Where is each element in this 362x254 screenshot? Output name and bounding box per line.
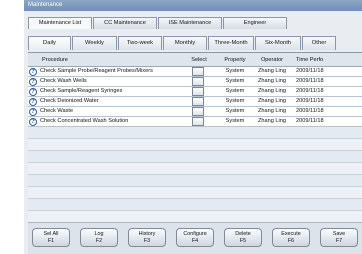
cell-operator: Zhang Ling: [258, 78, 286, 84]
cell-time: 2009/11/18: [296, 68, 324, 74]
tab-cc-maintenance[interactable]: CC Maintenance: [93, 17, 157, 29]
table-row[interactable]: ? Check Deionized Water System Zhang Lin…: [28, 97, 362, 107]
cell-operator: Zhang Ling: [258, 118, 286, 124]
header-property[interactable]: Property: [218, 53, 252, 66]
function-button-bar: Sel All F1 Log F2 History F3 Configure F…: [28, 222, 362, 254]
tab-weekly[interactable]: Weekly: [72, 36, 117, 50]
cell-property: System: [225, 78, 245, 84]
cell-procedure: Check Sample Probe/Reagent Probes/Mixers: [40, 68, 153, 74]
empty-row: [28, 127, 362, 139]
cell-property: System: [225, 68, 245, 74]
cell-procedure: Check Concentrated Wash Solution: [40, 118, 129, 124]
info-icon[interactable]: ?: [29, 78, 37, 86]
info-icon[interactable]: ?: [29, 88, 37, 96]
execute-button[interactable]: Execute F6: [272, 228, 310, 247]
cell-time: 2009/11/18: [296, 78, 324, 84]
header-procedure[interactable]: Procedure: [36, 53, 180, 66]
table-header: Procedure Select Property Operator Time …: [28, 53, 362, 67]
empty-row: [28, 199, 362, 211]
button-key: F2: [95, 238, 103, 244]
table-row[interactable]: ? Check Sample/Reagent Syringes System Z…: [28, 87, 362, 97]
button-label: History: [138, 231, 156, 237]
table-row[interactable]: ? Check Waste System Zhang Ling 2009/11/…: [28, 107, 362, 117]
empty-row: [28, 175, 362, 187]
info-icon[interactable]: ?: [29, 118, 37, 126]
empty-row: [28, 139, 362, 151]
select-checkbox[interactable]: [192, 97, 204, 106]
history-button[interactable]: History F3: [128, 228, 166, 247]
tab-daily[interactable]: Daily: [28, 36, 71, 50]
select-checkbox[interactable]: [192, 107, 204, 116]
tab-other[interactable]: Other: [302, 36, 336, 50]
button-key: F3: [143, 238, 151, 244]
empty-row: [28, 151, 362, 163]
cell-property: System: [225, 118, 245, 124]
cell-procedure: Check Waste: [40, 108, 74, 114]
delete-button[interactable]: Delete F5: [224, 228, 262, 247]
cell-procedure: Check Deionized Water: [40, 98, 99, 104]
button-label: Delete: [235, 231, 251, 237]
cell-operator: Zhang Ling: [258, 68, 286, 74]
tab-three-month[interactable]: Three-Month: [208, 36, 254, 50]
tab-monthly[interactable]: Monthly: [163, 36, 207, 50]
cell-operator: Zhang Ling: [258, 108, 286, 114]
maintenance-table: Procedure Select Property Operator Time …: [28, 52, 362, 223]
select-checkbox[interactable]: [192, 87, 204, 96]
button-label: Save: [332, 231, 346, 237]
cell-time: 2009/11/18: [296, 98, 324, 104]
button-label: Log: [94, 231, 104, 237]
header-operator[interactable]: Operator: [252, 53, 292, 66]
button-label: Execute: [281, 231, 301, 237]
window-title: Maintenance: [24, 0, 362, 11]
empty-row: [28, 163, 362, 175]
cell-property: System: [225, 98, 245, 104]
select-checkbox[interactable]: [192, 77, 204, 86]
cell-procedure: Check Sample/Reagent Syringes: [40, 88, 123, 94]
tab-six-month[interactable]: Six-Month: [255, 36, 301, 50]
select-checkbox[interactable]: [192, 67, 204, 76]
sub-tab-bar: Daily Weekly Two-week Monthly Three-Mont…: [28, 36, 362, 50]
header-time-performed[interactable]: Time Perfo: [292, 53, 362, 66]
tab-two-week[interactable]: Two-week: [118, 36, 162, 50]
select-checkbox[interactable]: [192, 117, 204, 126]
cell-property: System: [225, 88, 245, 94]
cell-operator: Zhang Ling: [258, 88, 286, 94]
button-key: F5: [239, 238, 247, 244]
info-icon[interactable]: ?: [29, 68, 37, 76]
cell-time: 2009/11/18: [296, 88, 324, 94]
button-key: F4: [191, 238, 199, 244]
tab-maintenance-list[interactable]: Maintenance List: [28, 17, 92, 29]
cell-time: 2009/11/18: [296, 118, 324, 124]
cell-operator: Zhang Ling: [258, 98, 286, 104]
cell-procedure: Check Wash Wells: [40, 78, 87, 84]
button-label: Configure: [183, 231, 207, 237]
empty-row: [28, 187, 362, 199]
sel-all-button[interactable]: Sel All F1: [32, 228, 70, 247]
info-icon[interactable]: ?: [29, 98, 37, 106]
header-select[interactable]: Select: [180, 53, 218, 66]
button-label: Sel All: [43, 231, 59, 237]
maintenance-window: Maintenance Maintenance List CC Maintena…: [24, 0, 362, 254]
save-button[interactable]: Save F7: [320, 228, 358, 247]
cell-time: 2009/11/18: [296, 108, 324, 114]
table-row[interactable]: ? Check Concentrated Wash Solution Syste…: [28, 117, 362, 127]
top-tab-bar: Maintenance List CC Maintenance ISE Main…: [28, 17, 362, 29]
configure-button[interactable]: Configure F4: [176, 228, 214, 247]
table-row[interactable]: ? Check Wash Wells System Zhang Ling 200…: [28, 77, 362, 87]
table-row[interactable]: ? Check Sample Probe/Reagent Probes/Mixe…: [28, 67, 362, 77]
button-key: F6: [287, 238, 295, 244]
tab-engineer[interactable]: Engineer: [223, 17, 287, 29]
cell-property: System: [225, 108, 245, 114]
button-key: F7: [335, 238, 343, 244]
log-button[interactable]: Log F2: [80, 228, 118, 247]
tab-ise-maintenance[interactable]: ISE Maintenance: [158, 17, 222, 29]
info-icon[interactable]: ?: [29, 108, 37, 116]
button-key: F1: [47, 238, 55, 244]
